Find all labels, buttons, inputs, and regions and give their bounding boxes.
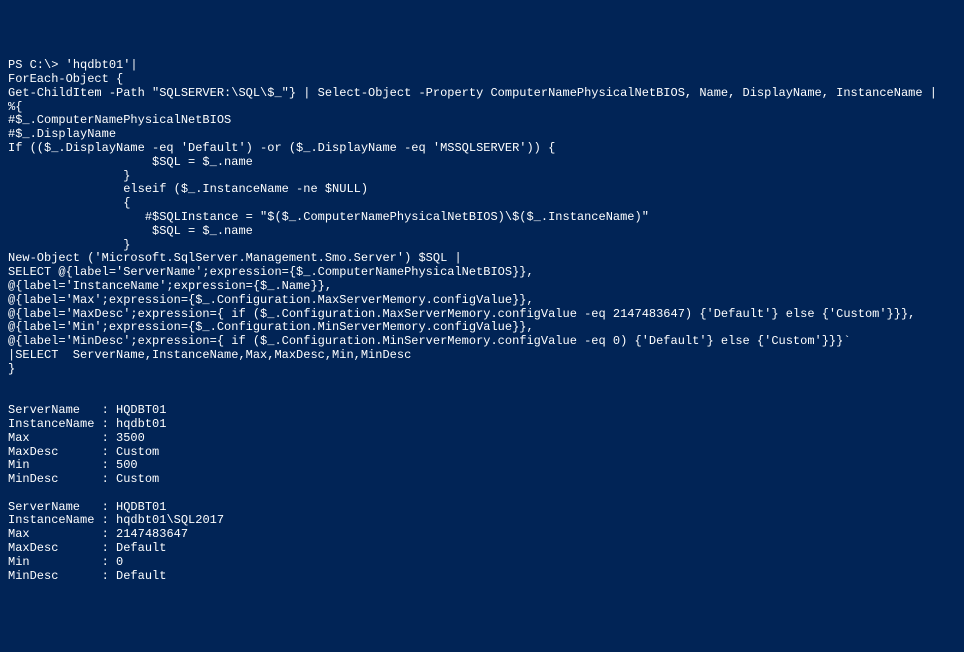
output-label: Max bbox=[8, 527, 30, 541]
output-value: Custom bbox=[116, 472, 159, 486]
prompt: PS C:\> bbox=[8, 58, 58, 72]
output-value: Custom bbox=[116, 445, 159, 459]
output-value: 3500 bbox=[116, 431, 145, 445]
script-line: %{ bbox=[8, 100, 22, 114]
output-label: Min bbox=[8, 555, 30, 569]
output-label: Min bbox=[8, 458, 30, 472]
script-line: SELECT @{label='ServerName';expression={… bbox=[8, 265, 534, 279]
output-label: MaxDesc bbox=[8, 541, 58, 555]
output-value: HQDBT01 bbox=[116, 500, 166, 514]
script-line: New-Object ('Microsoft.SqlServer.Managem… bbox=[8, 251, 462, 265]
script-line: #$SQLInstance = "$($_.ComputerNamePhysic… bbox=[8, 210, 649, 224]
command-input[interactable]: 'hqdbt01'| bbox=[66, 58, 138, 72]
output-value: HQDBT01 bbox=[116, 403, 166, 417]
script-line: { bbox=[8, 196, 130, 210]
output-label: Max bbox=[8, 431, 30, 445]
script-line: $SQL = $_.name bbox=[8, 224, 253, 238]
script-line: #$_.ComputerNamePhysicalNetBIOS bbox=[8, 113, 231, 127]
script-line: #$_.DisplayName bbox=[8, 127, 116, 141]
script-line: $SQL = $_.name bbox=[8, 155, 253, 169]
output-value: 0 bbox=[116, 555, 123, 569]
script-line: @{label='MaxDesc';expression={ if ($_.Co… bbox=[8, 307, 915, 321]
output-value: Default bbox=[116, 569, 166, 583]
script-line: @{label='Min';expression={$_.Configurati… bbox=[8, 320, 534, 334]
output-value: Default bbox=[116, 541, 166, 555]
terminal-output: PS C:\> 'hqdbt01'| ForEach-Object { Get-… bbox=[8, 59, 956, 583]
script-line: elseif ($_.InstanceName -ne $NULL) bbox=[8, 182, 368, 196]
output-label: InstanceName bbox=[8, 417, 94, 431]
output-value: hqdbt01 bbox=[116, 417, 166, 431]
script-line: Get-ChildItem -Path "SQLSERVER:\SQL\$_"}… bbox=[8, 86, 937, 100]
script-line: @{label='InstanceName';expression={$_.Na… bbox=[8, 279, 332, 293]
script-line: ForEach-Object { bbox=[8, 72, 123, 86]
output-label: MaxDesc bbox=[8, 445, 58, 459]
script-line: } bbox=[8, 362, 15, 376]
script-line: @{label='Max';expression={$_.Configurati… bbox=[8, 293, 534, 307]
output-label: ServerName bbox=[8, 403, 80, 417]
output-value: 2147483647 bbox=[116, 527, 188, 541]
script-line: |SELECT ServerName,InstanceName,Max,MaxD… bbox=[8, 348, 411, 362]
output-label: MinDesc bbox=[8, 569, 58, 583]
output-label: ServerName bbox=[8, 500, 80, 514]
output-label: InstanceName bbox=[8, 513, 94, 527]
output-value: 500 bbox=[116, 458, 138, 472]
script-line: } bbox=[8, 169, 130, 183]
script-line: If (($_.DisplayName -eq 'Default') -or (… bbox=[8, 141, 555, 155]
script-line: } bbox=[8, 238, 130, 252]
script-line: @{label='MinDesc';expression={ if ($_.Co… bbox=[8, 334, 851, 348]
output-label: MinDesc bbox=[8, 472, 58, 486]
output-value: hqdbt01\SQL2017 bbox=[116, 513, 224, 527]
